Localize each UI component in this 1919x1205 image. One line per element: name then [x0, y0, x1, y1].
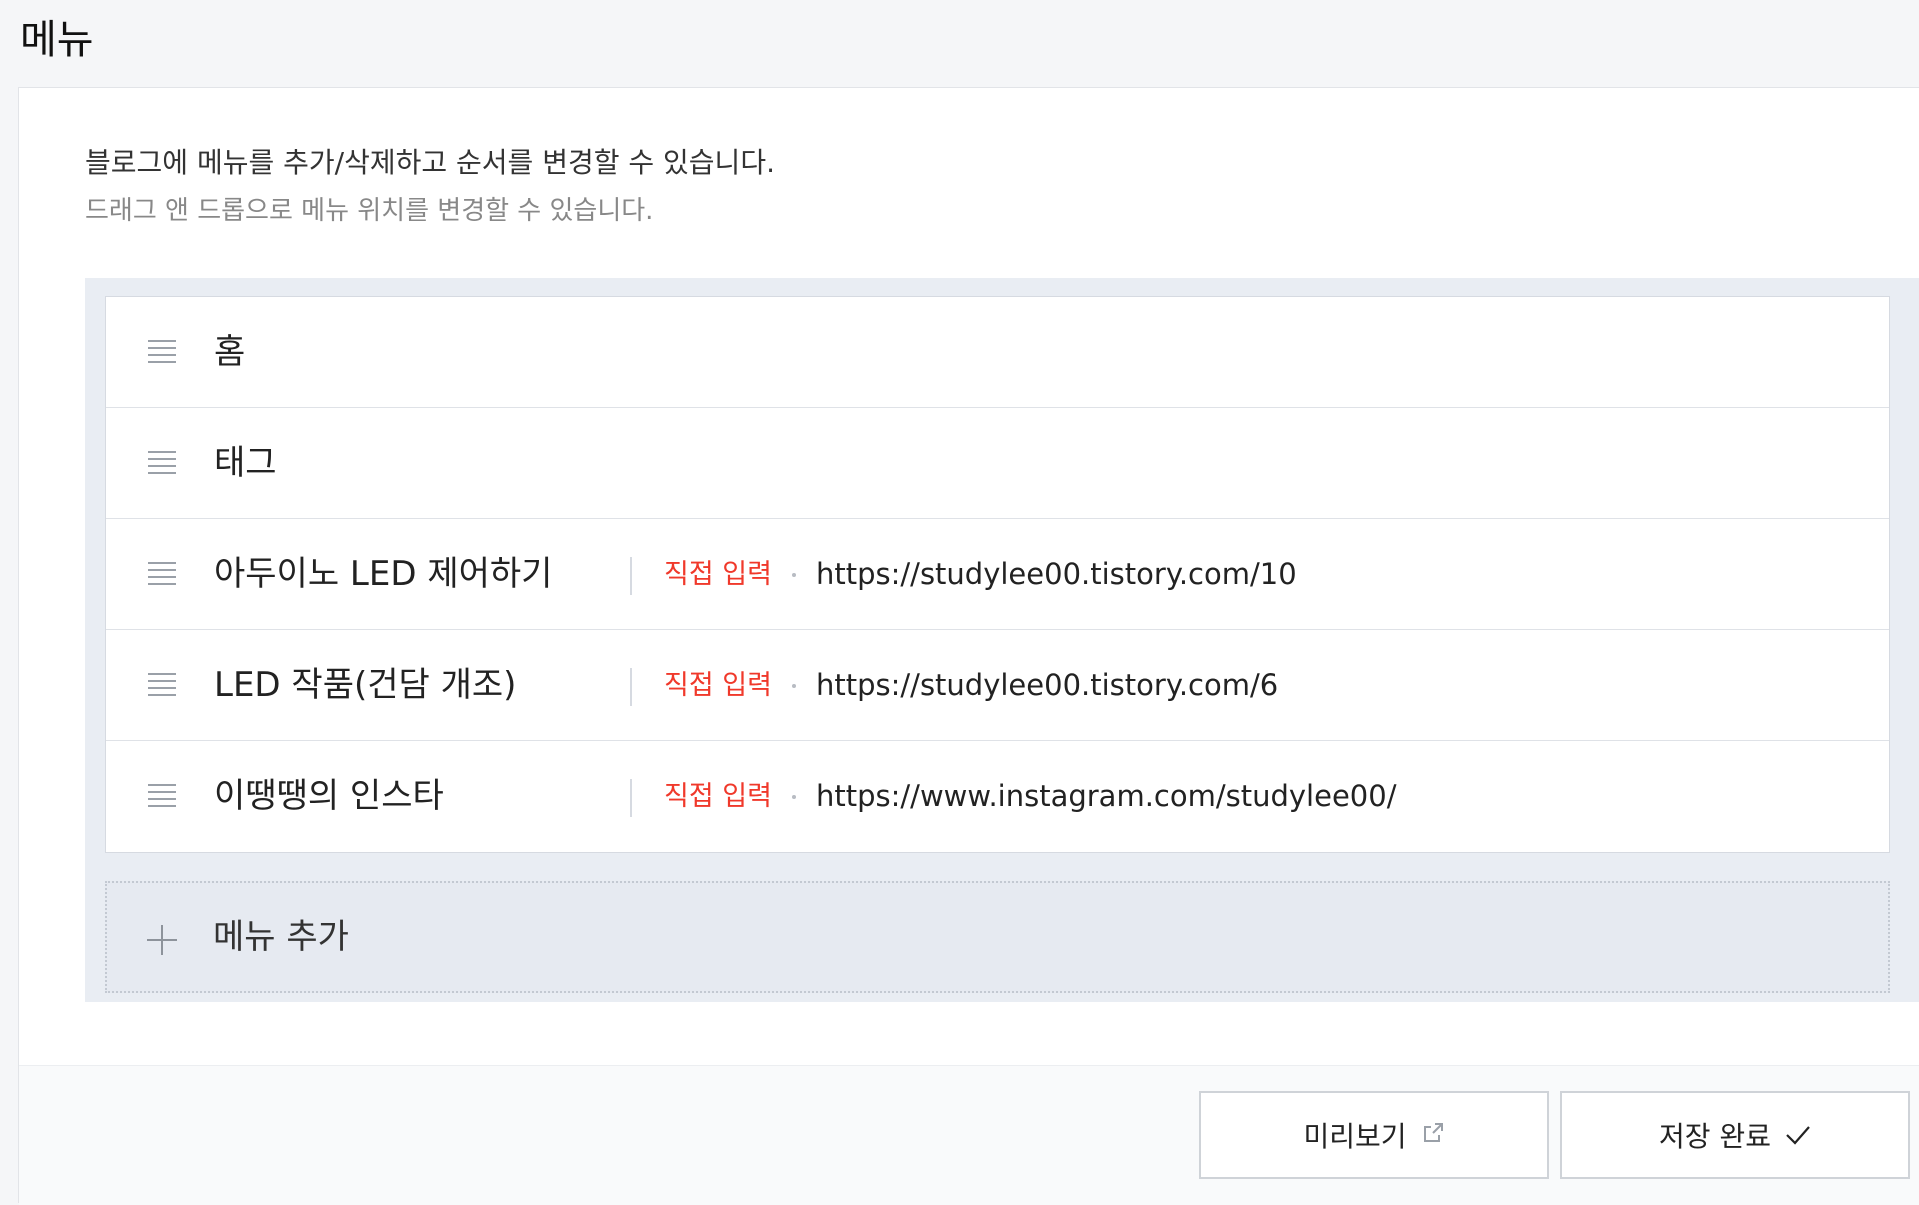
menu-item-name: 홈: [214, 332, 246, 372]
divider: [630, 779, 632, 817]
drag-handle-icon[interactable]: [148, 451, 176, 475]
divider: [630, 557, 632, 595]
separator-dot: [792, 795, 796, 799]
drag-handle-icon[interactable]: [148, 562, 176, 586]
drag-handle-icon[interactable]: [148, 784, 176, 808]
preview-button[interactable]: 미리보기: [1199, 1091, 1549, 1179]
plus-icon: [147, 925, 177, 955]
separator-dot: [792, 573, 796, 577]
menu-item-name: LED 작품(건담 개조): [214, 665, 517, 705]
separator-dot: [792, 684, 796, 688]
menu-item-type: 직접 입력: [664, 670, 772, 701]
menu-list: 홈 태그 아두이노 LED 제어하기 직접 입력 https://studyle…: [105, 296, 1890, 853]
description-sub: 드래그 앤 드롭으로 메뉴 위치를 변경할 수 있습니다.: [85, 196, 654, 226]
menu-item-url: https://www.instagram.com/studylee00/: [816, 779, 1397, 813]
preview-label: 미리보기: [1303, 1120, 1407, 1153]
description-main: 블로그에 메뉴를 추가/삭제하고 순서를 변경할 수 있습니다.: [85, 146, 775, 179]
menu-item-type: 직접 입력: [664, 559, 772, 590]
menu-item-url: https://studylee00.tistory.com/6: [816, 668, 1279, 702]
menu-settings-card: 블로그에 메뉴를 추가/삭제하고 순서를 변경할 수 있습니다. 드래그 앤 드…: [18, 87, 1919, 1205]
drag-handle-icon[interactable]: [148, 340, 176, 364]
add-menu-button[interactable]: 메뉴 추가: [105, 881, 1890, 993]
save-button[interactable]: 저장 완료: [1560, 1091, 1910, 1179]
menu-item-arduino-led[interactable]: 아두이노 LED 제어하기 직접 입력 https://studylee00.t…: [106, 519, 1889, 630]
menu-item-url: https://studylee00.tistory.com/10: [816, 557, 1297, 591]
menu-item-name: 이땡땡의 인스타: [214, 776, 444, 816]
page-title: 메뉴: [20, 17, 94, 63]
menu-item-home[interactable]: 홈: [106, 297, 1889, 408]
external-link-icon: [1421, 1119, 1445, 1152]
menu-item-name: 아두이노 LED 제어하기: [214, 554, 553, 594]
divider: [630, 668, 632, 706]
menu-item-instagram[interactable]: 이땡땡의 인스타 직접 입력 https://www.instagram.com…: [106, 741, 1889, 852]
menu-list-container: 홈 태그 아두이노 LED 제어하기 직접 입력 https://studyle…: [85, 278, 1919, 1002]
save-label: 저장 완료: [1659, 1120, 1771, 1153]
add-menu-label: 메뉴 추가: [213, 917, 349, 957]
footer-actions: 미리보기 저장 완료: [19, 1065, 1919, 1205]
menu-item-tag[interactable]: 태그: [106, 408, 1889, 519]
drag-handle-icon[interactable]: [148, 673, 176, 697]
check-icon: [1785, 1119, 1811, 1152]
menu-item-name: 태그: [214, 443, 277, 483]
menu-item-led-gundam[interactable]: LED 작품(건담 개조) 직접 입력 https://studylee00.t…: [106, 630, 1889, 741]
menu-item-type: 직접 입력: [664, 781, 772, 812]
